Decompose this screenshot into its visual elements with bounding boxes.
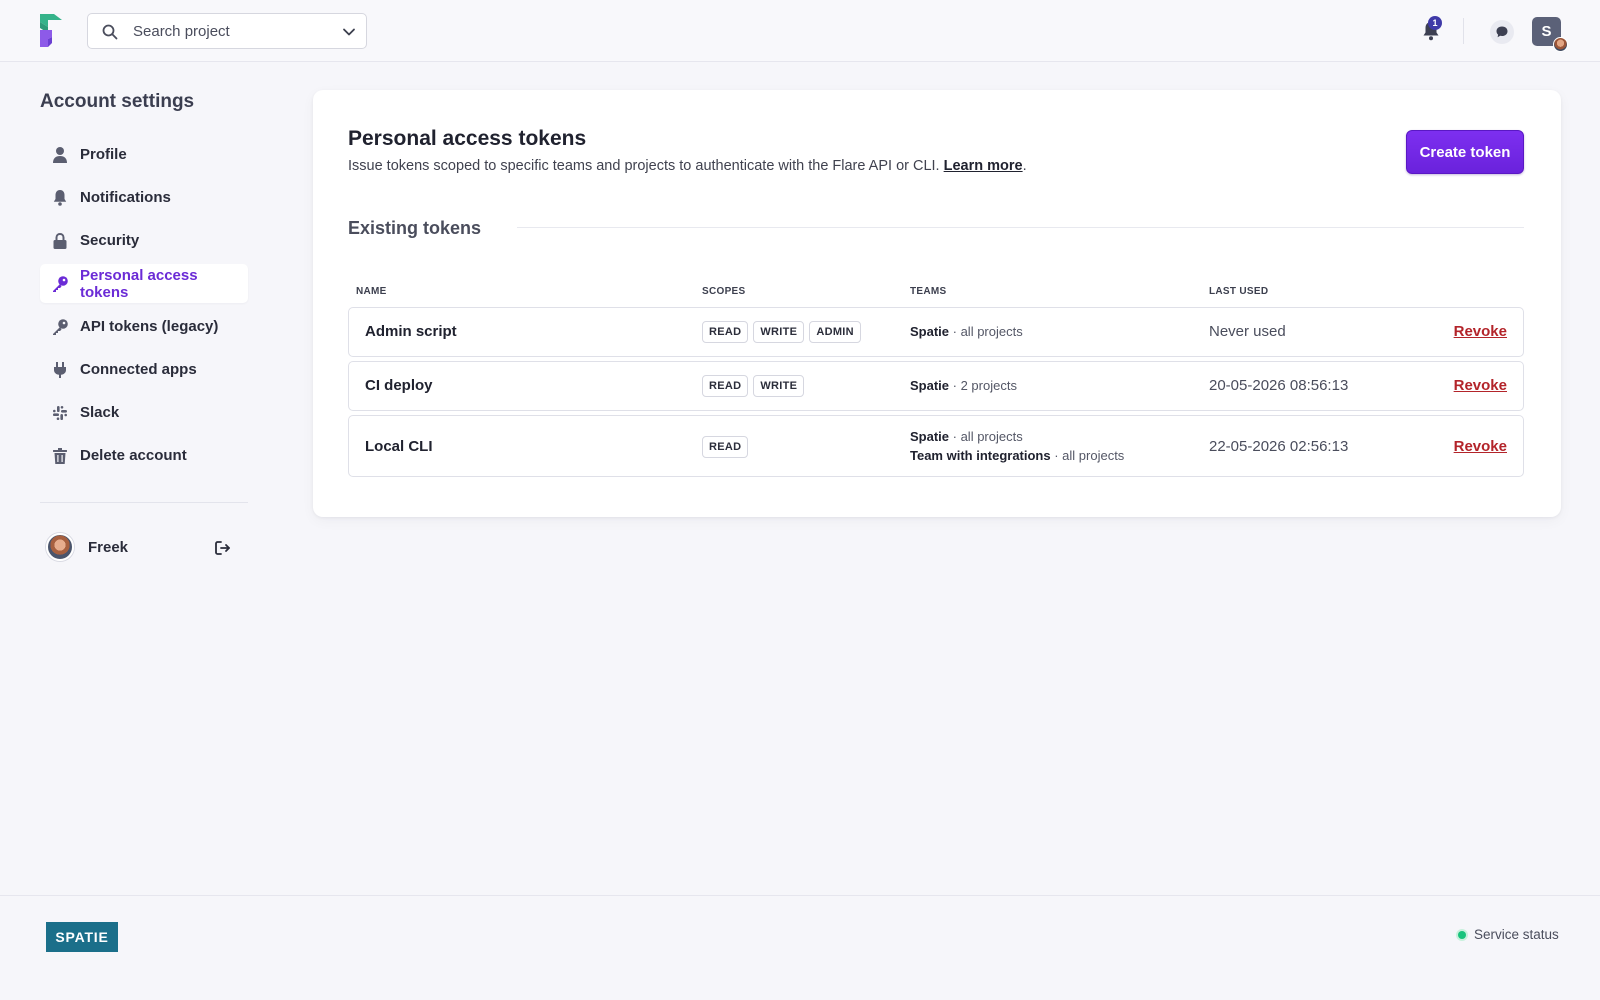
token-last-used: 20-05-2026 08:56:13 xyxy=(1209,377,1349,394)
footer: SPATIE Service status xyxy=(0,895,1600,1000)
column-header-last-used: LAST USED xyxy=(1209,286,1269,297)
token-name: Admin script xyxy=(365,323,457,340)
token-name: Local CLI xyxy=(365,438,433,455)
column-header-name: NAME xyxy=(356,286,387,297)
team-name: Spatie xyxy=(910,378,950,393)
token-scopes: READ xyxy=(702,436,749,458)
flare-logo-icon[interactable] xyxy=(38,13,64,49)
sidebar-item-label: Delete account xyxy=(80,447,187,464)
slack-icon xyxy=(51,404,69,422)
table-row: CI deploy READ WRITE Spatie · 2 projects… xyxy=(348,361,1524,411)
sidebar-user: Freek xyxy=(46,533,246,563)
token-scopes: READ WRITE xyxy=(702,375,805,397)
project-search[interactable]: Search project xyxy=(87,13,367,49)
team-line: Spatie · all projects xyxy=(910,429,1023,444)
topbar-divider xyxy=(1463,18,1464,44)
bell-icon xyxy=(51,189,69,207)
chat-bubble-icon xyxy=(1496,26,1508,38)
service-status[interactable]: Service status xyxy=(1458,927,1559,942)
table-row: Admin script READ WRITE ADMIN Spatie · a… xyxy=(348,307,1524,357)
plug-icon xyxy=(51,361,69,379)
token-teams: Spatie · all projects xyxy=(910,322,1023,341)
team-line: Spatie · 2 projects xyxy=(910,378,1017,393)
description-text: Issue tokens scoped to specific teams an… xyxy=(348,158,940,174)
sidebar-item-delete-account[interactable]: Delete account xyxy=(40,436,248,475)
team-projects: all projects xyxy=(1062,448,1125,463)
section-divider xyxy=(517,227,1524,228)
sidebar-divider xyxy=(40,502,248,503)
token-teams: Spatie · 2 projects xyxy=(910,376,1017,395)
sidebar-item-notifications[interactable]: Notifications xyxy=(40,178,248,217)
team-line: Spatie · all projects xyxy=(910,324,1023,339)
sidebar-item-label: Slack xyxy=(80,404,120,421)
sidebar-item-label: Security xyxy=(80,232,140,249)
key-icon xyxy=(51,275,69,293)
top-bar: Search project 1 S xyxy=(0,0,1600,62)
team-name: Spatie xyxy=(910,429,950,444)
create-token-button[interactable]: Create token xyxy=(1406,130,1524,174)
status-dot-icon xyxy=(1458,930,1466,939)
service-status-label: Service status xyxy=(1474,927,1559,942)
team-projects: all projects xyxy=(960,324,1023,339)
sidebar-item-personal-access-tokens[interactable]: Personal access tokens xyxy=(40,264,248,303)
search-icon xyxy=(102,24,118,40)
scope-chip: ADMIN xyxy=(809,321,861,343)
avatar[interactable] xyxy=(46,533,74,561)
sidebar-item-label: Connected apps xyxy=(80,361,197,378)
scope-chip: WRITE xyxy=(753,375,805,397)
search-placeholder: Search project xyxy=(133,23,230,40)
tokens-card: Personal access tokens Issue tokens scop… xyxy=(313,90,1561,517)
user-name: Freek xyxy=(88,539,129,556)
sidebar-title: Account settings xyxy=(40,91,195,112)
team-line: Team with integrations · all projects xyxy=(910,448,1125,463)
sidebar-item-security[interactable]: Security xyxy=(40,221,248,260)
lock-icon xyxy=(51,232,69,250)
revoke-link[interactable]: Revoke xyxy=(1454,377,1507,394)
sidebar-item-label: Profile xyxy=(80,146,127,163)
settings-nav: Profile Notifications Security Personal … xyxy=(40,135,248,479)
team-name: Spatie xyxy=(910,324,950,339)
notifications-count-badge: 1 xyxy=(1428,16,1442,30)
spatie-logo[interactable]: SPATIE xyxy=(46,922,118,952)
description-end: . xyxy=(1022,158,1027,174)
sidebar-item-connected-apps[interactable]: Connected apps xyxy=(40,350,248,389)
chevron-down-icon xyxy=(342,25,356,39)
scope-chip: READ xyxy=(702,375,749,397)
logout-icon[interactable] xyxy=(214,539,232,557)
sidebar-item-label: API tokens (legacy) xyxy=(80,318,219,335)
page-description: Issue tokens scoped to specific teams an… xyxy=(348,158,1027,174)
revoke-link[interactable]: Revoke xyxy=(1454,438,1507,455)
learn-more-link[interactable]: Learn more xyxy=(944,158,1023,174)
column-header-scopes: SCOPES xyxy=(702,286,746,297)
token-scopes: READ WRITE ADMIN xyxy=(702,321,861,343)
scope-chip: READ xyxy=(702,321,749,343)
page-title: Personal access tokens xyxy=(348,127,587,150)
scope-chip: WRITE xyxy=(753,321,805,343)
user-icon xyxy=(51,146,69,164)
sidebar-item-profile[interactable]: Profile xyxy=(40,135,248,174)
token-last-used: 22-05-2026 02:56:13 xyxy=(1209,438,1349,455)
sidebar-item-slack[interactable]: Slack xyxy=(40,393,248,432)
sidebar-item-api-tokens-legacy[interactable]: API tokens (legacy) xyxy=(40,307,248,346)
token-teams: Spatie · all projects Team with integrat… xyxy=(910,427,1124,465)
token-name: CI deploy xyxy=(365,377,433,394)
user-mini-avatar xyxy=(1553,37,1568,52)
team-name: Team with integrations xyxy=(910,448,1051,463)
team-projects: all projects xyxy=(960,429,1023,444)
chat-button[interactable] xyxy=(1490,20,1514,44)
revoke-link[interactable]: Revoke xyxy=(1454,323,1507,340)
sidebar-item-label: Personal access tokens xyxy=(80,266,198,301)
team-projects: 2 projects xyxy=(960,378,1017,393)
section-title: Existing tokens xyxy=(348,218,482,238)
trash-icon xyxy=(51,447,69,465)
scope-chip: READ xyxy=(702,436,749,458)
sidebar-item-label: Notifications xyxy=(80,189,171,206)
table-row: Local CLI READ Spatie · all projects Tea… xyxy=(348,415,1524,477)
token-last-used: Never used xyxy=(1209,323,1286,340)
column-header-teams: TEAMS xyxy=(910,286,947,297)
key-icon xyxy=(51,318,69,336)
